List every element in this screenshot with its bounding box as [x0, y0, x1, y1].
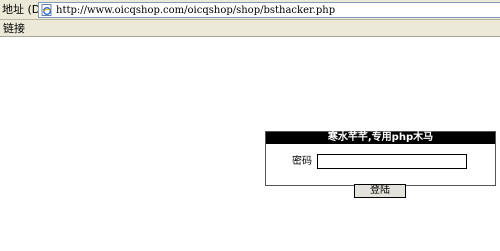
links-label[interactable]: 链接 — [3, 22, 25, 35]
address-bar: 地址 (D) http://www.oicqshop.com/oicqshop/… — [0, 0, 500, 20]
password-input[interactable] — [317, 154, 467, 169]
links-bar: 链接 — [0, 20, 500, 37]
password-label: 密码 — [292, 156, 312, 167]
address-field[interactable]: http://www.oicqshop.com/oicqshop/shop/bs… — [38, 2, 500, 18]
login-button[interactable]: 登陆 — [354, 184, 406, 198]
login-panel: 寒水芊芊,专用php木马 密码 登陆 — [265, 131, 496, 198]
url-text: http://www.oicqshop.com/oicqshop/shop/bs… — [56, 5, 336, 16]
login-title: 寒水芊芊,专用php木马 — [266, 132, 495, 144]
ie-page-icon — [41, 4, 52, 16]
